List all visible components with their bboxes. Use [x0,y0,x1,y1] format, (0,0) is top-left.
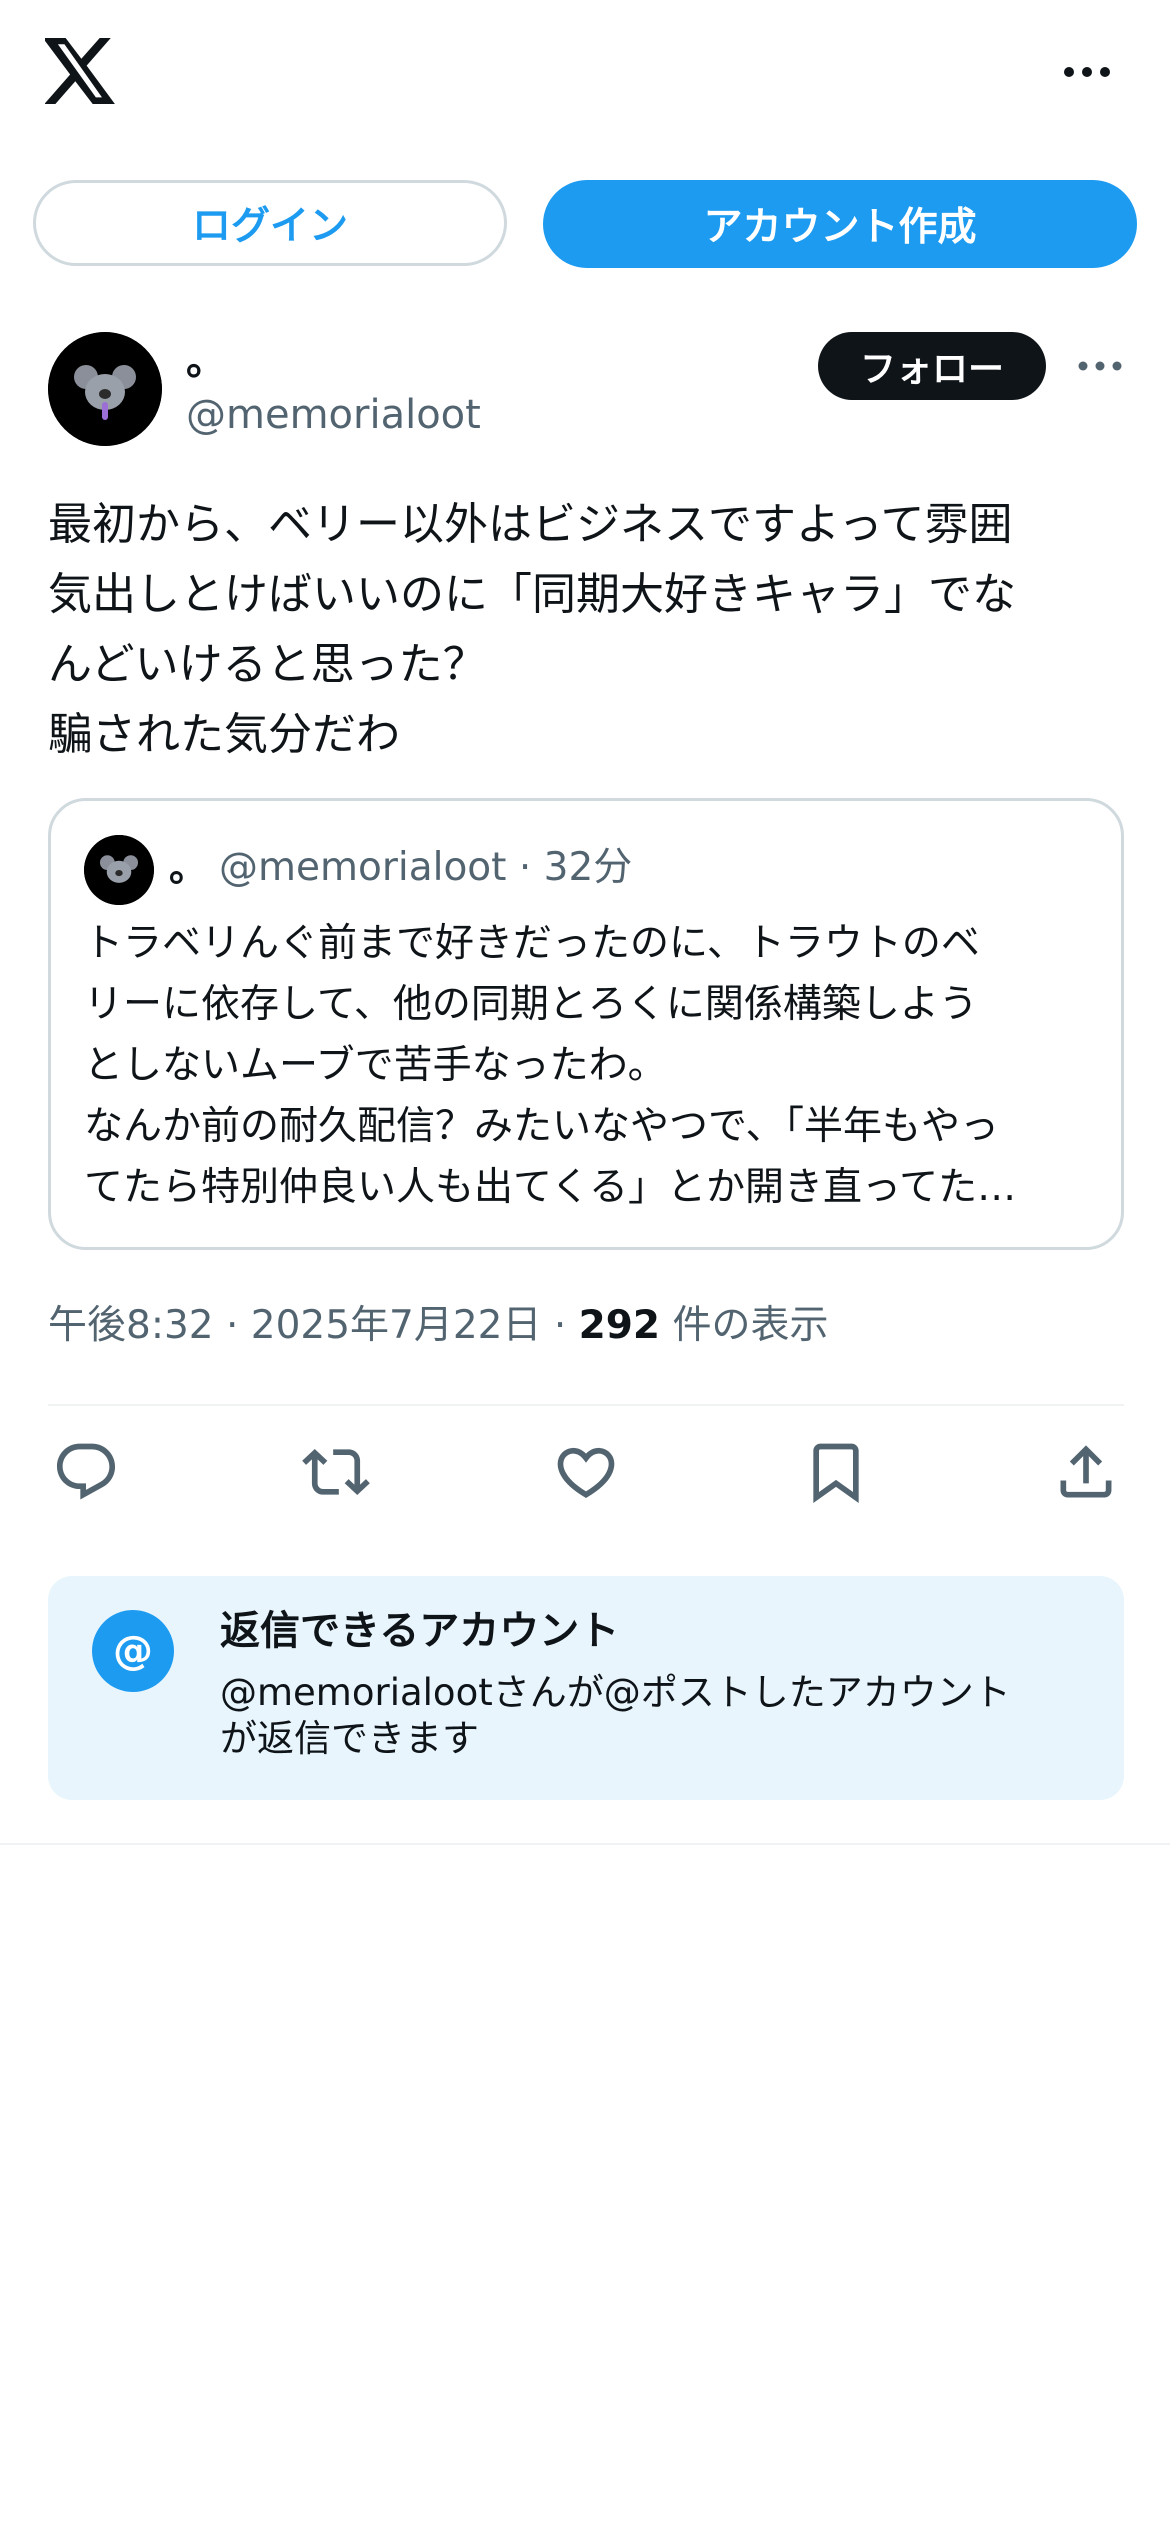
reply-restriction-title: 返信できるアカウント [220,1608,620,1654]
quoted-post[interactable]: 。 @memorialoot · 32分 トラベリんぐ前まで好きだったのに、トラ… [48,798,1124,1250]
post-timestamp: 午後8:32 · 2025年7月22日 · 292 件の表示 [48,1296,828,1356]
post-author: 。 @memorialoot フォロー [48,330,1128,450]
views-label: 件の表示 [660,1303,829,1348]
quoted-avatar [84,835,154,905]
divider [0,1843,1170,1845]
display-name[interactable]: 。 [186,336,226,386]
timestamp[interactable]: 午後8:32 · 2025年7月22日 · [48,1303,579,1348]
koala-avatar-icon [84,835,154,905]
username-handle[interactable]: @memorialoot [186,388,481,442]
quoted-meta: @memorialoot · 32分 [219,845,633,890]
more-horizontal-icon[interactable] [1062,58,1112,86]
bookmark-icon[interactable] [802,1438,870,1506]
x-logo-icon[interactable] [45,38,117,104]
divider [48,1404,1124,1406]
quoted-text: トラベリんぐ前まで好きだったのに、トラウトのベ リーに依存して、他の同期とろくに… [84,921,1017,1210]
repost-icon[interactable] [302,1438,370,1506]
avatar[interactable] [48,332,162,446]
like-icon[interactable] [552,1438,620,1506]
post-text: 最初から、ベリー以外はビジネスですよって雰囲 気出しとけばいいのに「同期大好きキ… [48,499,1016,760]
create-account-button[interactable]: アカウント作成 [543,180,1137,268]
follow-button[interactable]: フォロー [818,332,1046,400]
auth-buttons: ログイン アカウント作成 [33,178,1137,270]
reply-restriction-notice: @ 返信できるアカウント @memorialootさんが@ポストしたアカウント … [48,1576,1124,1800]
top-bar [0,0,1170,150]
at-mention-icon: @ [92,1610,174,1692]
login-button[interactable]: ログイン [33,180,507,266]
views-count: 292 [578,1303,661,1348]
share-icon[interactable] [1052,1438,1120,1506]
reply-icon[interactable] [52,1438,120,1506]
action-bar [48,1438,1124,1514]
reply-restriction-description: @memorialootさんが@ポストしたアカウント が返信できます [220,1671,1011,1760]
more-options-icon[interactable] [1076,354,1124,378]
koala-avatar-icon [48,332,162,446]
quoted-display-name: 。 [169,846,208,890]
